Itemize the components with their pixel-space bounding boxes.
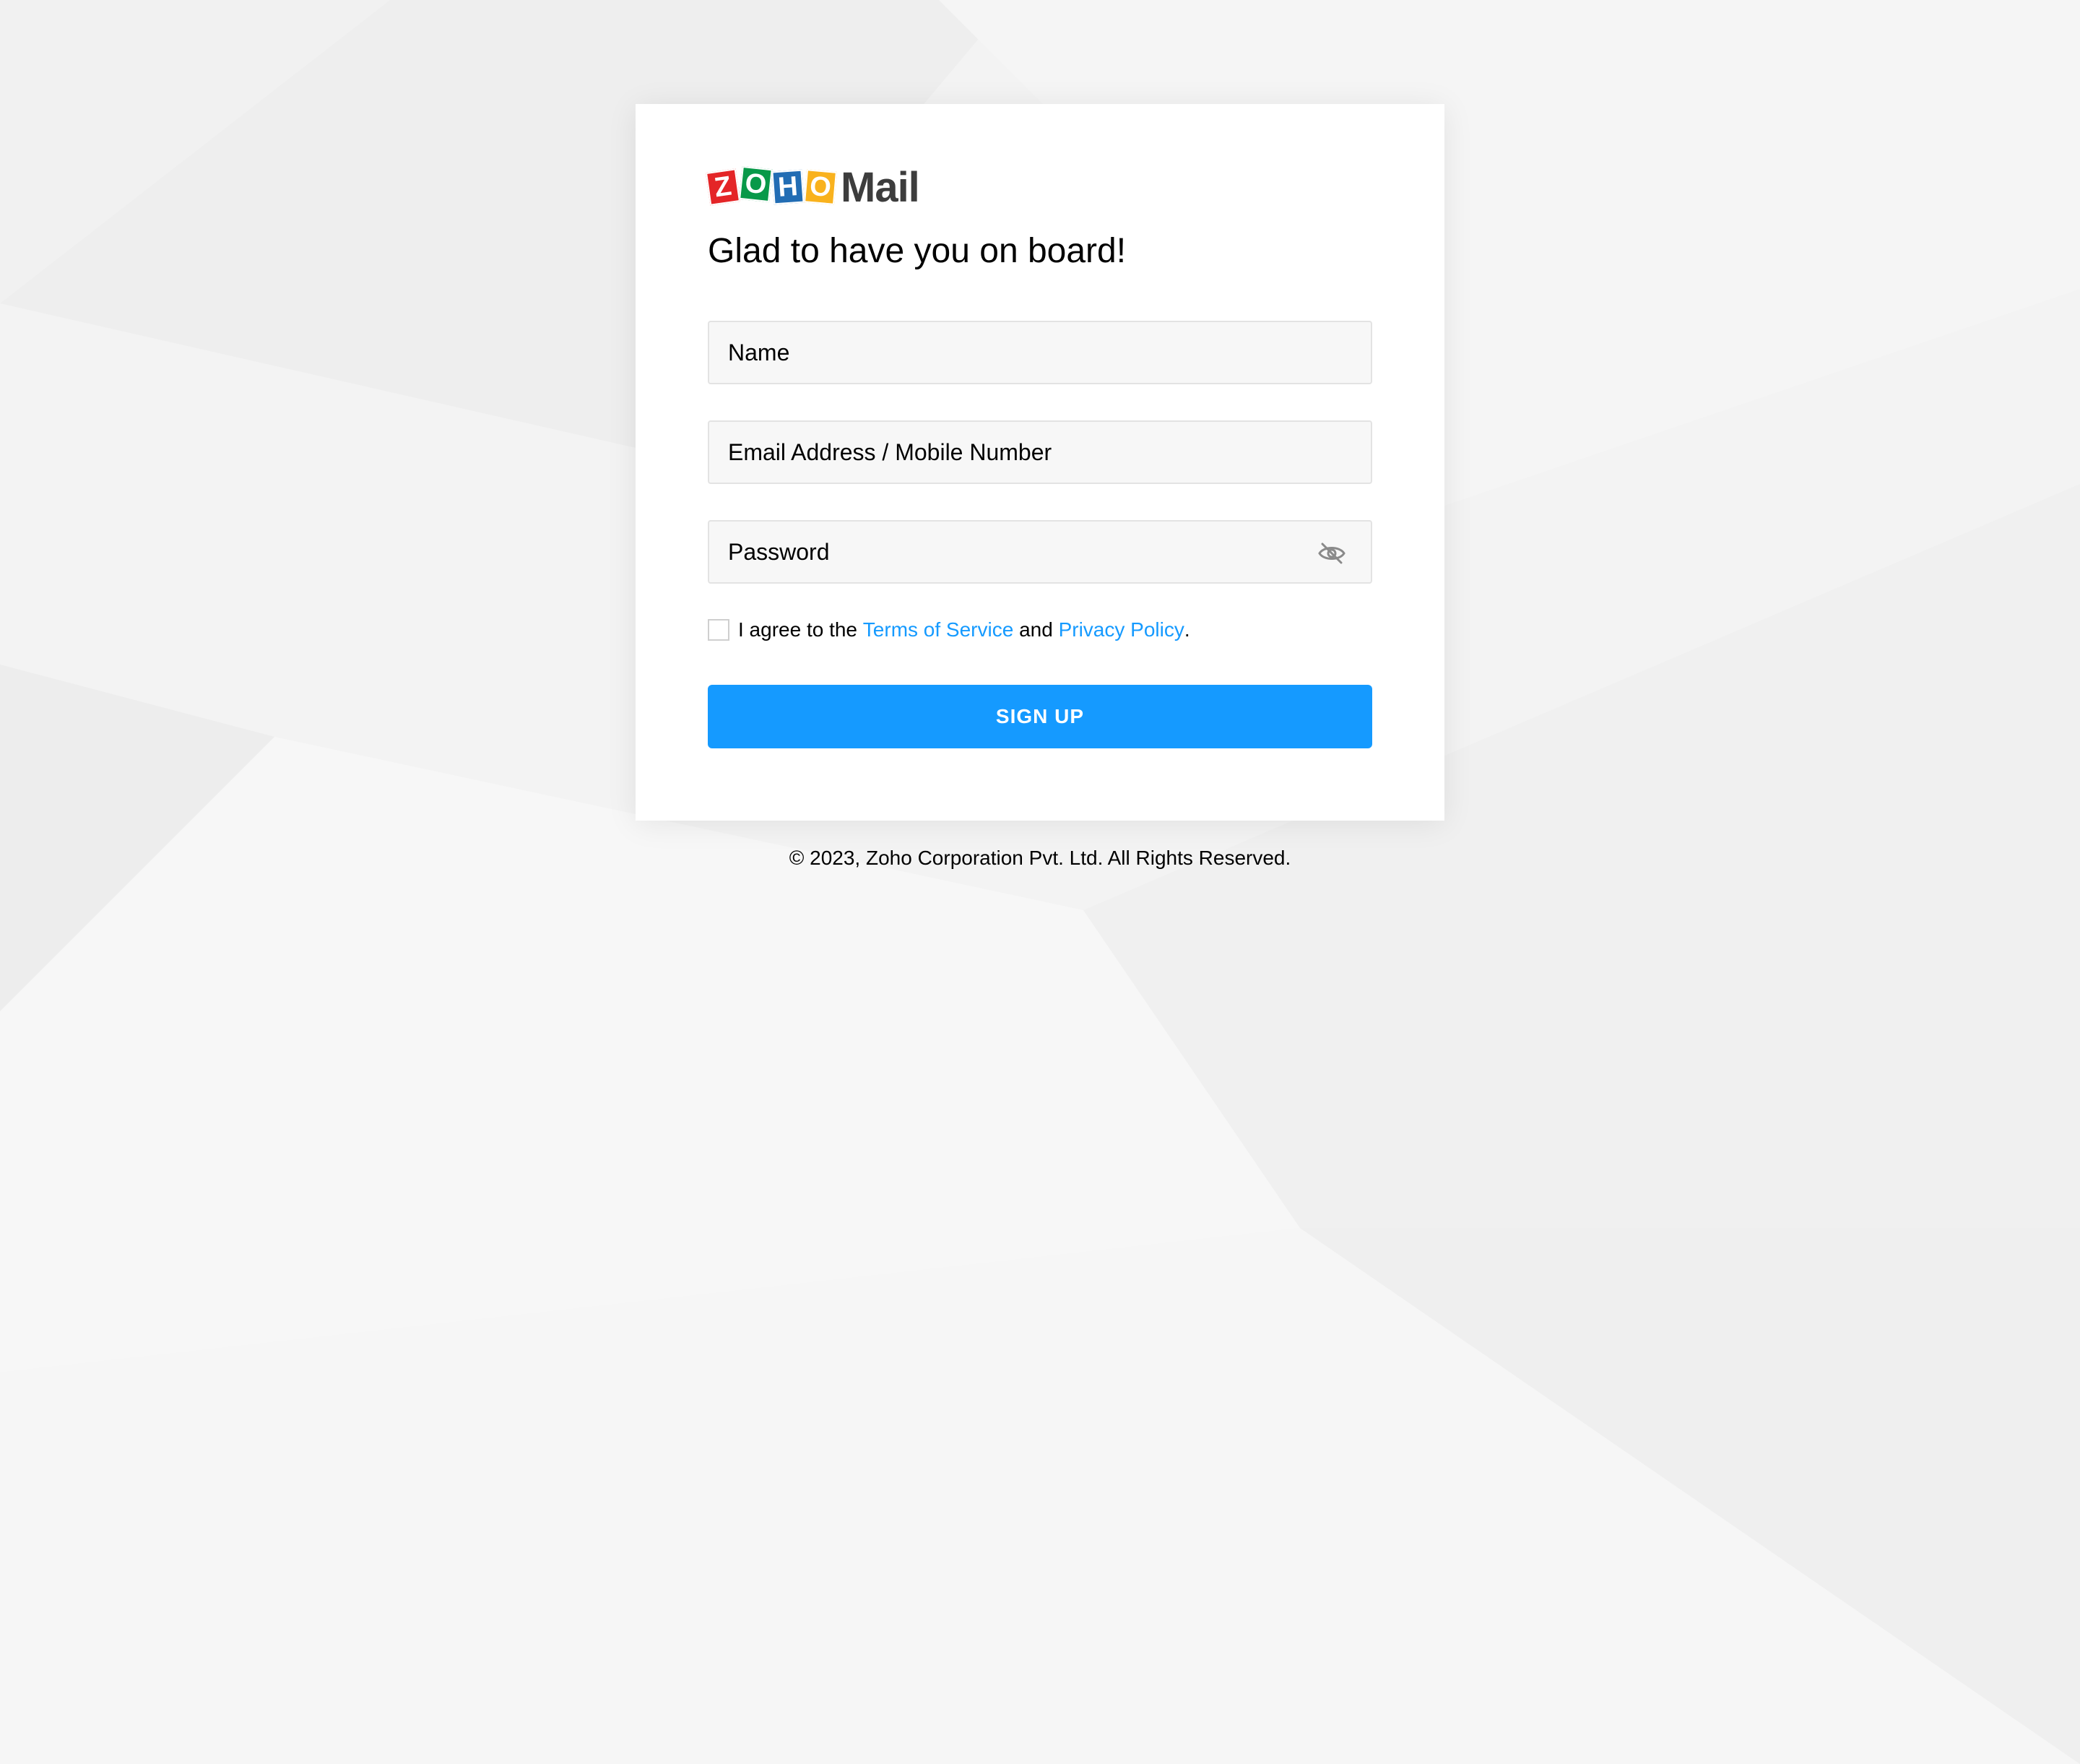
name-input[interactable] [709,322,1371,383]
agree-suffix: . [1184,618,1190,641]
terms-checkbox[interactable] [708,619,729,641]
terms-agreement: I agree to the Terms of Service and Priv… [708,618,1190,641]
page-title: Glad to have you on board! [708,232,1127,270]
signup-card: Z O H O Mail Glad to have you on board! … [636,104,1444,821]
logo-tile-o-second: O [804,169,837,205]
logo-tile-h: H [771,169,805,205]
zoho-logo-tiles: Z O H O [706,165,838,206]
logo-product-name: Mail [841,163,920,211]
privacy-policy-link[interactable]: Privacy Policy [1059,618,1184,641]
logo-tile-o: O [739,165,773,203]
email-field [708,420,1372,484]
agree-and: and [1019,618,1053,641]
logo-tile-z: Z [706,168,740,206]
sign-up-button[interactable]: SIGN UP [708,685,1372,748]
eye-off-icon[interactable] [1317,540,1346,566]
password-field [708,520,1372,584]
email-input[interactable] [709,422,1371,483]
name-field [708,321,1372,384]
password-input[interactable] [709,522,1371,582]
zoho-mail-logo: Z O H O Mail [706,162,920,212]
terms-of-service-link[interactable]: Terms of Service [863,618,1014,641]
agree-prefix: I agree to the [738,618,858,641]
copyright-footer: © 2023, Zoho Corporation Pvt. Ltd. All R… [789,847,1291,869]
